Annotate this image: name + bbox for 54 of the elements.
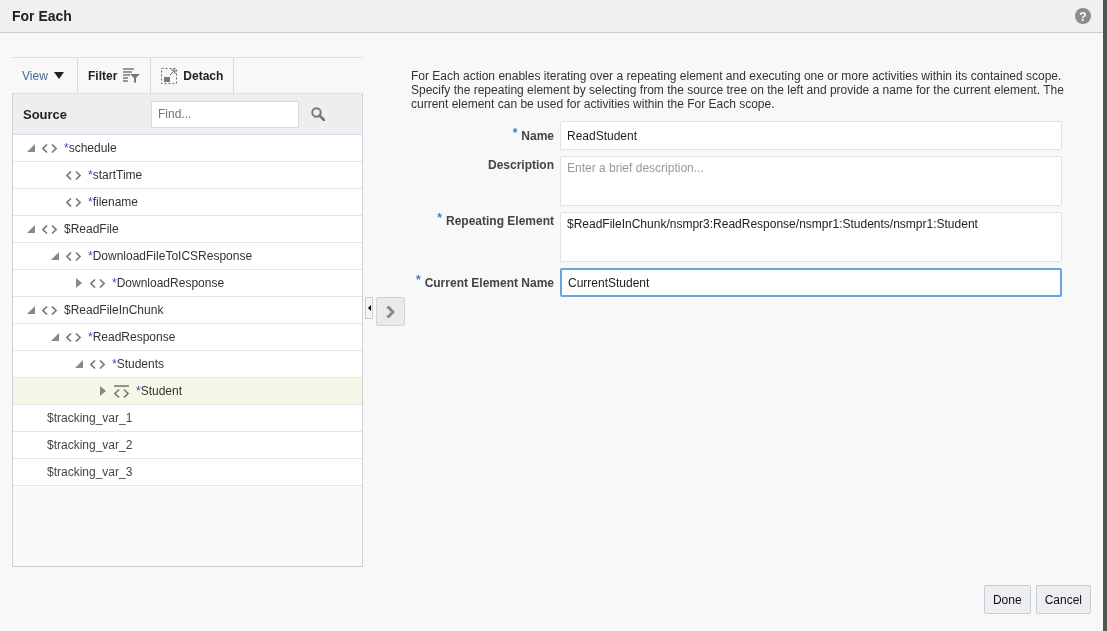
- source-heading: Source: [23, 106, 69, 122]
- search-icon[interactable]: [311, 107, 325, 121]
- expand-icon[interactable]: [75, 278, 83, 288]
- tree-item[interactable]: *DownloadResponse: [13, 270, 362, 297]
- input-field[interactable]: ReadStudent: [560, 121, 1062, 150]
- expand-icon[interactable]: [99, 386, 107, 396]
- collapse-icon[interactable]: [51, 252, 59, 260]
- collapse-icon[interactable]: [27, 306, 35, 314]
- field-label: Current Element Name: [424, 276, 554, 290]
- field-label: Name: [521, 129, 554, 143]
- tree-item[interactable]: $tracking_var_3: [13, 459, 362, 486]
- repeating-element-icon: [114, 384, 129, 398]
- required-icon: *: [437, 211, 442, 225]
- element-icon: [42, 143, 57, 153]
- element-icon: [66, 197, 81, 207]
- window-title: For Each: [12, 8, 72, 24]
- field-label: Repeating Element: [445, 214, 554, 228]
- tree-item[interactable]: *startTime: [13, 162, 362, 189]
- tree-item[interactable]: $tracking_var_1: [13, 405, 362, 432]
- text-area[interactable]: Enter a brief description...: [560, 156, 1062, 206]
- element-icon: [42, 224, 57, 234]
- element-icon: [90, 359, 105, 369]
- filter-icon: [123, 68, 141, 83]
- tree-item[interactable]: $ReadFile: [13, 216, 362, 243]
- text-area[interactable]: $ReadFileInChunk/nsmpr3:ReadResponse/nsmpr1:Students/nsmpr1:Student: [560, 212, 1062, 262]
- input-field[interactable]: CurrentStudent: [560, 268, 1062, 297]
- collapse-icon[interactable]: [27, 144, 35, 152]
- detach-icon: [161, 67, 178, 84]
- tree-item[interactable]: *ReadResponse: [13, 324, 362, 351]
- element-icon: [42, 305, 57, 315]
- tree-item[interactable]: *DownloadFileToICSResponse: [13, 243, 362, 270]
- collapse-icon[interactable]: [75, 360, 83, 368]
- collapse-icon[interactable]: [27, 225, 35, 233]
- tree-item[interactable]: *Student: [13, 378, 362, 405]
- element-icon: [66, 251, 81, 261]
- element-icon: [90, 278, 105, 288]
- splitter-handle[interactable]: [365, 297, 373, 319]
- dialog-button[interactable]: Done: [983, 585, 1031, 614]
- element-icon: [66, 170, 81, 180]
- description-text: For Each action enables iterating over a repeating element and executing one or more activities within its contained scope. Specify the repeating element by selecting from the source tree on the left and provide a name for the current element. The current element can be used for activities within the For Each scope.: [411, 69, 1065, 111]
- tree-item[interactable]: $tracking_var_2: [13, 432, 362, 459]
- tree-item[interactable]: *filename: [13, 189, 362, 216]
- required-icon: *: [415, 273, 421, 287]
- tree-item[interactable]: *Students: [13, 351, 362, 378]
- caret-icon: [53, 72, 64, 79]
- field-label: Description: [488, 158, 554, 172]
- tree-item[interactable]: $ReadFileInChunk: [13, 297, 362, 324]
- required-icon: *: [512, 126, 518, 140]
- tree-item[interactable]: *schedule: [13, 135, 362, 162]
- element-icon: [66, 332, 81, 342]
- find-field[interactable]: Find...: [151, 100, 299, 128]
- collapse-icon[interactable]: [51, 333, 59, 341]
- chevron-right-icon: [386, 304, 395, 319]
- dialog-button[interactable]: Cancel: [1035, 585, 1091, 614]
